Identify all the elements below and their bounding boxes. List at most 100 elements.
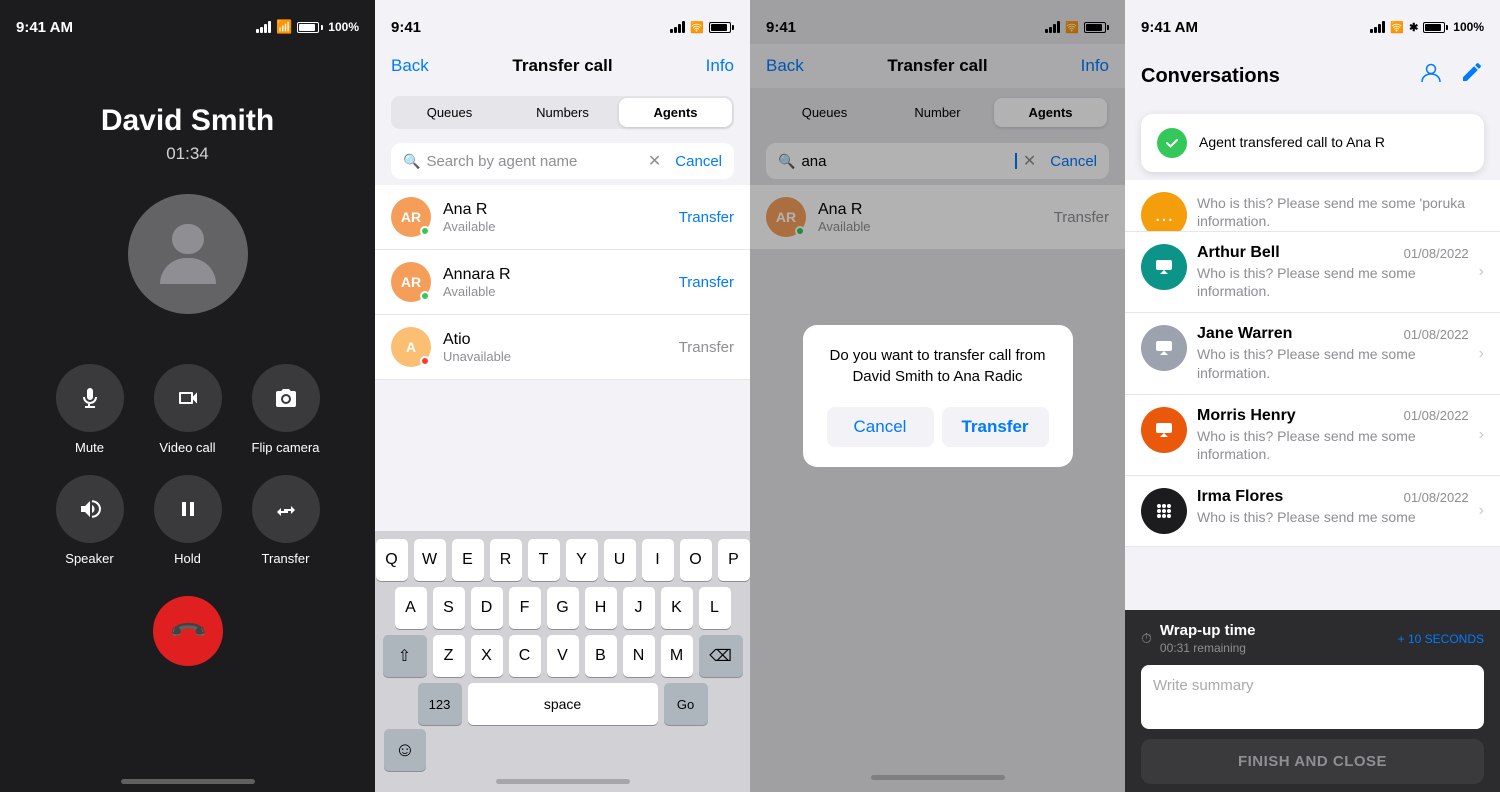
info-button-2[interactable]: Info — [706, 56, 734, 76]
conv-preview-arthur: Who is this? Please send me some informa… — [1197, 264, 1469, 300]
toast-check-icon — [1157, 128, 1187, 158]
video-call-button[interactable]: Video call — [154, 364, 222, 455]
end-call-button[interactable]: 📞 — [153, 596, 223, 666]
write-summary-input[interactable]: Write summary — [1141, 665, 1484, 729]
key-d[interactable]: D — [471, 587, 503, 629]
key-x[interactable]: X — [471, 635, 503, 677]
emoji-button[interactable]: ☺ — [384, 729, 426, 771]
toast-message: Agent transfered call to Ana R — [1199, 133, 1385, 153]
key-b[interactable]: B — [585, 635, 617, 677]
key-space[interactable]: space — [468, 683, 658, 725]
conv-item-irma[interactable]: Irma Flores 01/08/2022 Who is this? Plea… — [1125, 476, 1500, 547]
flip-camera-button[interactable]: Flip camera — [252, 364, 320, 455]
chevron-morris: › — [1479, 426, 1484, 444]
key-j[interactable]: J — [623, 587, 655, 629]
transfer-btn-annara-r[interactable]: Transfer — [679, 274, 734, 291]
key-c[interactable]: C — [509, 635, 541, 677]
key-shift[interactable]: ⇧ — [383, 635, 427, 677]
key-l[interactable]: L — [699, 587, 731, 629]
back-button-2[interactable]: Back — [391, 56, 429, 76]
search-input-2[interactable]: Search by agent name — [426, 153, 641, 170]
conv-date-arthur: 01/08/2022 — [1404, 246, 1469, 261]
key-h[interactable]: H — [585, 587, 617, 629]
signal-icon-4 — [1370, 21, 1385, 33]
key-e[interactable]: E — [452, 539, 484, 581]
tab-numbers-2[interactable]: Numbers — [506, 98, 619, 127]
key-v[interactable]: V — [547, 635, 579, 677]
wrap-up-title-row: ⏱ Wrap-up time 00:31 remaining — [1141, 622, 1255, 655]
flip-circle[interactable] — [252, 364, 320, 432]
conv-avatar-morris — [1141, 407, 1187, 453]
wrap-up-title: Wrap-up time — [1160, 622, 1256, 639]
status-bar-2: 9:41 🛜 — [375, 0, 750, 44]
conv-header-icons — [1418, 60, 1484, 93]
transfer-circle[interactable] — [252, 475, 320, 543]
hold-button[interactable]: Hold — [154, 475, 222, 566]
cancel-search-2[interactable]: Cancel — [675, 153, 722, 170]
nav-title-2: Transfer call — [512, 56, 612, 76]
tab-agents-2[interactable]: Agents — [619, 98, 732, 127]
key-a[interactable]: A — [395, 587, 427, 629]
home-indicator-2 — [496, 779, 630, 784]
search-clear-2[interactable]: ✕ — [648, 151, 661, 171]
key-y[interactable]: Y — [566, 539, 598, 581]
key-k[interactable]: K — [661, 587, 693, 629]
video-circle[interactable] — [154, 364, 222, 432]
agent-item-annara-r: AR Annara R Available Transfer — [375, 250, 750, 315]
conv-detail-hidden: Who is this? Please send me some 'poruka… — [1197, 192, 1484, 230]
battery-icon-2 — [709, 22, 734, 33]
wifi-icon-2: 🛜 — [690, 21, 704, 34]
key-123[interactable]: 123 — [418, 683, 462, 725]
key-s[interactable]: S — [433, 587, 465, 629]
mute-circle[interactable] — [56, 364, 124, 432]
speaker-circle[interactable] — [56, 475, 124, 543]
agent-status-ana-r: Available — [443, 219, 667, 234]
agent-avatar-atio: A — [391, 327, 431, 367]
key-o[interactable]: O — [680, 539, 712, 581]
wifi-icon: 📶 — [276, 19, 292, 35]
person-circle-icon[interactable] — [1418, 60, 1444, 93]
key-f[interactable]: F — [509, 587, 541, 629]
key-backspace[interactable]: ⌫ — [699, 635, 743, 677]
transfer-btn-atio: Transfer — [679, 339, 734, 356]
key-r[interactable]: R — [490, 539, 522, 581]
agent-info-ana-r: Ana R Available — [443, 201, 667, 234]
conv-item-morris[interactable]: Morris Henry 01/08/2022 Who is this? Ple… — [1125, 395, 1500, 476]
agent-item-atio: A Atio Unavailable Transfer — [375, 315, 750, 380]
finish-close-button[interactable]: FINISH AND CLOSE — [1141, 739, 1484, 784]
key-z[interactable]: Z — [433, 635, 465, 677]
conv-detail-arthur: Arthur Bell 01/08/2022 Who is this? Plea… — [1197, 244, 1469, 300]
tab-queues-2[interactable]: Queues — [393, 98, 506, 127]
key-q[interactable]: Q — [376, 539, 408, 581]
status-dot-available — [420, 226, 430, 236]
key-m[interactable]: M — [661, 635, 693, 677]
agent-avatar-ana-r: AR — [391, 197, 431, 237]
modal-buttons: Cancel Transfer — [827, 407, 1049, 447]
key-w[interactable]: W — [414, 539, 446, 581]
modal-transfer-button[interactable]: Transfer — [942, 407, 1049, 447]
key-t[interactable]: T — [528, 539, 560, 581]
conv-item-arthur[interactable]: Arthur Bell 01/08/2022 Who is this? Plea… — [1125, 232, 1500, 313]
compose-icon[interactable] — [1460, 60, 1484, 93]
key-go[interactable]: Go — [664, 683, 708, 725]
agent-initials: AR — [401, 209, 421, 225]
key-i[interactable]: I — [642, 539, 674, 581]
key-g[interactable]: G — [547, 587, 579, 629]
keyboard-row-4: 123 space Go — [378, 683, 747, 725]
status-icons-2: 🛜 — [670, 21, 734, 34]
modal-cancel-button[interactable]: Cancel — [827, 407, 934, 447]
key-p[interactable]: P — [718, 539, 750, 581]
transfer-call-button[interactable]: Transfer — [252, 475, 320, 566]
hold-circle[interactable] — [154, 475, 222, 543]
agent-initials-3: A — [406, 339, 416, 355]
transfer-btn-ana-r[interactable]: Transfer — [679, 209, 734, 226]
time-4: 9:41 AM — [1141, 19, 1198, 36]
mute-button[interactable]: Mute — [56, 364, 124, 455]
key-n[interactable]: N — [623, 635, 655, 677]
conv-item-jane[interactable]: Jane Warren 01/08/2022 Who is this? Plea… — [1125, 313, 1500, 394]
conv-item-hidden[interactable]: … Who is this? Please send me some 'poru… — [1125, 180, 1500, 232]
key-u[interactable]: U — [604, 539, 636, 581]
caller-name: David Smith — [101, 104, 274, 138]
add-time-button[interactable]: + 10 SECONDS — [1398, 632, 1484, 646]
speaker-button[interactable]: Speaker — [56, 475, 124, 566]
